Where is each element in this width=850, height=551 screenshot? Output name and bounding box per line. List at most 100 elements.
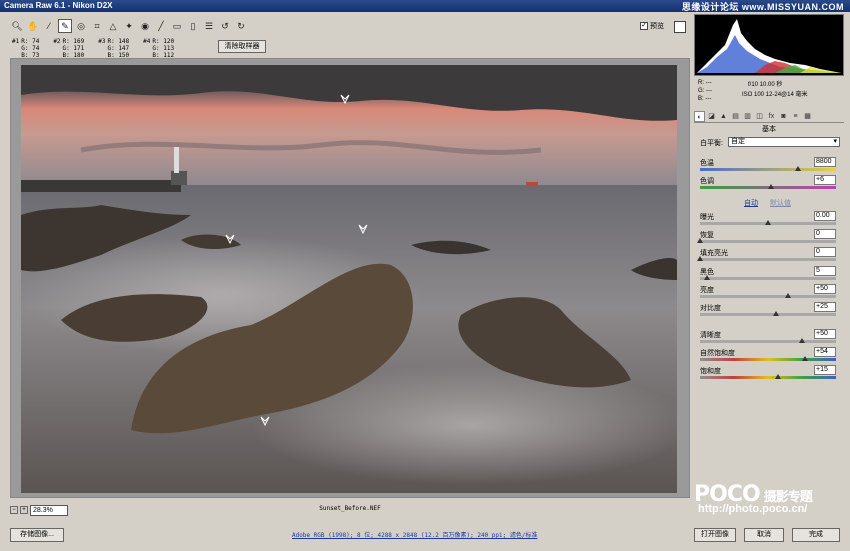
- slider-thumb[interactable]: [774, 374, 781, 379]
- camera-calibration-tab-icon[interactable]: ◙: [778, 111, 789, 122]
- auto-link[interactable]: 自动: [744, 200, 758, 207]
- slider-track[interactable]: [700, 277, 836, 280]
- workflow-options-link[interactable]: Adobe RGB (1998); 8 位; 4288 x 2848 (12.2…: [292, 530, 537, 539]
- window-title: Camera Raw 6.1 - Nikon D2X: [4, 1, 113, 10]
- fullscreen-icon[interactable]: [674, 21, 686, 33]
- preview-toggle[interactable]: ✓ 预览: [640, 21, 664, 31]
- effects-tab-icon[interactable]: fx: [766, 111, 777, 122]
- clear-samplers-button[interactable]: 清除取样器: [218, 40, 266, 53]
- rotate-ccw-icon[interactable]: ↺: [218, 19, 232, 33]
- slider-track[interactable]: [700, 313, 836, 316]
- presets-tab-icon[interactable]: ≡: [790, 111, 801, 122]
- slider-row: 清晰度 +50: [700, 329, 840, 348]
- slider-thumb[interactable]: [697, 238, 703, 243]
- sampler-g: 113: [163, 45, 175, 52]
- readout-g: G: ---: [698, 88, 712, 94]
- slider-track[interactable]: [700, 358, 836, 361]
- slider-thumb[interactable]: [799, 338, 805, 343]
- zoom-icon[interactable]: 🔍︎: [10, 19, 24, 33]
- slider-label: 饱和度: [700, 368, 721, 375]
- trash-icon[interactable]: ▯: [186, 19, 200, 33]
- aperture-shutter: f/10 10.00 秒: [748, 82, 783, 88]
- slider-track[interactable]: [700, 240, 836, 243]
- default-link[interactable]: 默认值: [770, 200, 791, 207]
- sampler-id: #4: [143, 38, 151, 45]
- slider-track[interactable]: [700, 168, 836, 171]
- slider-track[interactable]: [700, 340, 836, 343]
- slider-value-field[interactable]: +15: [814, 365, 836, 375]
- slider-value-field[interactable]: +50: [814, 329, 836, 339]
- color-sampler-icon[interactable]: ✎: [58, 19, 72, 33]
- save-image-button[interactable]: 存储图像...: [10, 528, 64, 542]
- sampler-1: #1 R: 74 G: 74 B: 73: [12, 38, 40, 59]
- preview-checkbox[interactable]: ✓: [640, 22, 648, 30]
- basic-tab-icon[interactable]: ◐: [694, 111, 705, 122]
- lens-tab-icon[interactable]: ◫: [754, 111, 765, 122]
- slider-row: 自然饱和度 +54: [700, 347, 840, 366]
- slider-thumb[interactable]: [765, 220, 771, 225]
- rotate-cw-icon[interactable]: ↻: [234, 19, 248, 33]
- slider-value-field[interactable]: 8800: [814, 157, 836, 167]
- detail-tab-icon[interactable]: ▲: [718, 111, 729, 122]
- done-button[interactable]: 完成: [792, 528, 840, 542]
- preferences-icon[interactable]: ☰: [202, 19, 216, 33]
- slider-thumb[interactable]: [773, 311, 780, 316]
- crop-icon[interactable]: ⌗: [90, 19, 104, 33]
- slider-label: 色调: [700, 178, 714, 185]
- white-balance-icon[interactable]: ⁄: [42, 19, 56, 33]
- image-canvas[interactable]: [10, 58, 690, 498]
- photo-image: [21, 65, 677, 493]
- slider-value-field[interactable]: +6: [814, 175, 836, 185]
- straighten-icon[interactable]: △: [106, 19, 120, 33]
- slider-track[interactable]: [700, 295, 836, 298]
- slider-row: 亮度 +50: [700, 284, 840, 303]
- slider-thumb[interactable]: [794, 166, 801, 171]
- slider-row: 填充亮光 0: [697, 247, 840, 266]
- auto-default-links: 自动 默认值: [744, 198, 801, 208]
- slider-track[interactable]: [700, 376, 836, 379]
- slider-value-field[interactable]: 0.00: [814, 211, 836, 221]
- slider-thumb[interactable]: [801, 356, 808, 361]
- open-image-button[interactable]: 打开图像: [694, 528, 736, 542]
- slider-value-field[interactable]: +25: [814, 302, 836, 312]
- histogram-graph: [697, 19, 841, 73]
- iso-lens: ISO 100 12-24@14 毫米: [742, 92, 808, 98]
- white-balance-select[interactable]: 自定 ▾: [728, 137, 840, 147]
- hand-icon[interactable]: ✋: [26, 19, 40, 33]
- slider-label: 填充亮光: [700, 250, 728, 257]
- slider-value-field[interactable]: +54: [814, 347, 836, 357]
- adjustment-brush-icon[interactable]: ╱: [154, 19, 168, 33]
- cancel-button[interactable]: 取消: [744, 528, 784, 542]
- slider-value-field[interactable]: 0: [814, 247, 836, 257]
- slider-thumb[interactable]: [703, 275, 710, 280]
- slider-value-field[interactable]: 5: [814, 266, 836, 276]
- snapshots-tab-icon[interactable]: ▦: [802, 111, 813, 122]
- panel-tabs: ◐ ◪ ▲ ▤ ▥ ◫ fx ◙ ≡ ▦: [694, 111, 844, 123]
- chevron-down-icon: ▾: [833, 138, 837, 145]
- sampler-g: 147: [118, 45, 130, 52]
- sampler-r: 74: [32, 38, 40, 45]
- slider-thumb[interactable]: [697, 256, 703, 261]
- slider-thumb[interactable]: [785, 293, 792, 298]
- split-toning-tab-icon[interactable]: ▥: [742, 111, 753, 122]
- slider-row: 对比度 +25: [700, 302, 840, 321]
- slider-track[interactable]: [700, 258, 836, 261]
- red-eye-icon[interactable]: ◉: [138, 19, 152, 33]
- targeted-adjust-icon[interactable]: ◎: [74, 19, 88, 33]
- tone-curve-tab-icon[interactable]: ◪: [706, 111, 717, 122]
- slider-label: 自然饱和度: [700, 350, 735, 357]
- hsl-tab-icon[interactable]: ▤: [730, 111, 741, 122]
- graduated-filter-icon[interactable]: ▭: [170, 19, 184, 33]
- slider-row: 色调 +6: [700, 175, 840, 194]
- sampler-r: 120: [163, 38, 175, 45]
- poco-url: http://photo.poco.cn/: [698, 503, 808, 515]
- slider-value-field[interactable]: +50: [814, 284, 836, 294]
- slider-value-field[interactable]: 0: [814, 229, 836, 239]
- panel-title: 基本: [762, 126, 776, 133]
- slider-thumb[interactable]: [767, 184, 774, 189]
- slider-label: 清晰度: [700, 332, 721, 339]
- slider-label: 曝光: [700, 214, 714, 221]
- sampler-id: #2: [53, 38, 61, 45]
- photo-preview: [21, 65, 677, 493]
- spot-removal-icon[interactable]: ✦: [122, 19, 136, 33]
